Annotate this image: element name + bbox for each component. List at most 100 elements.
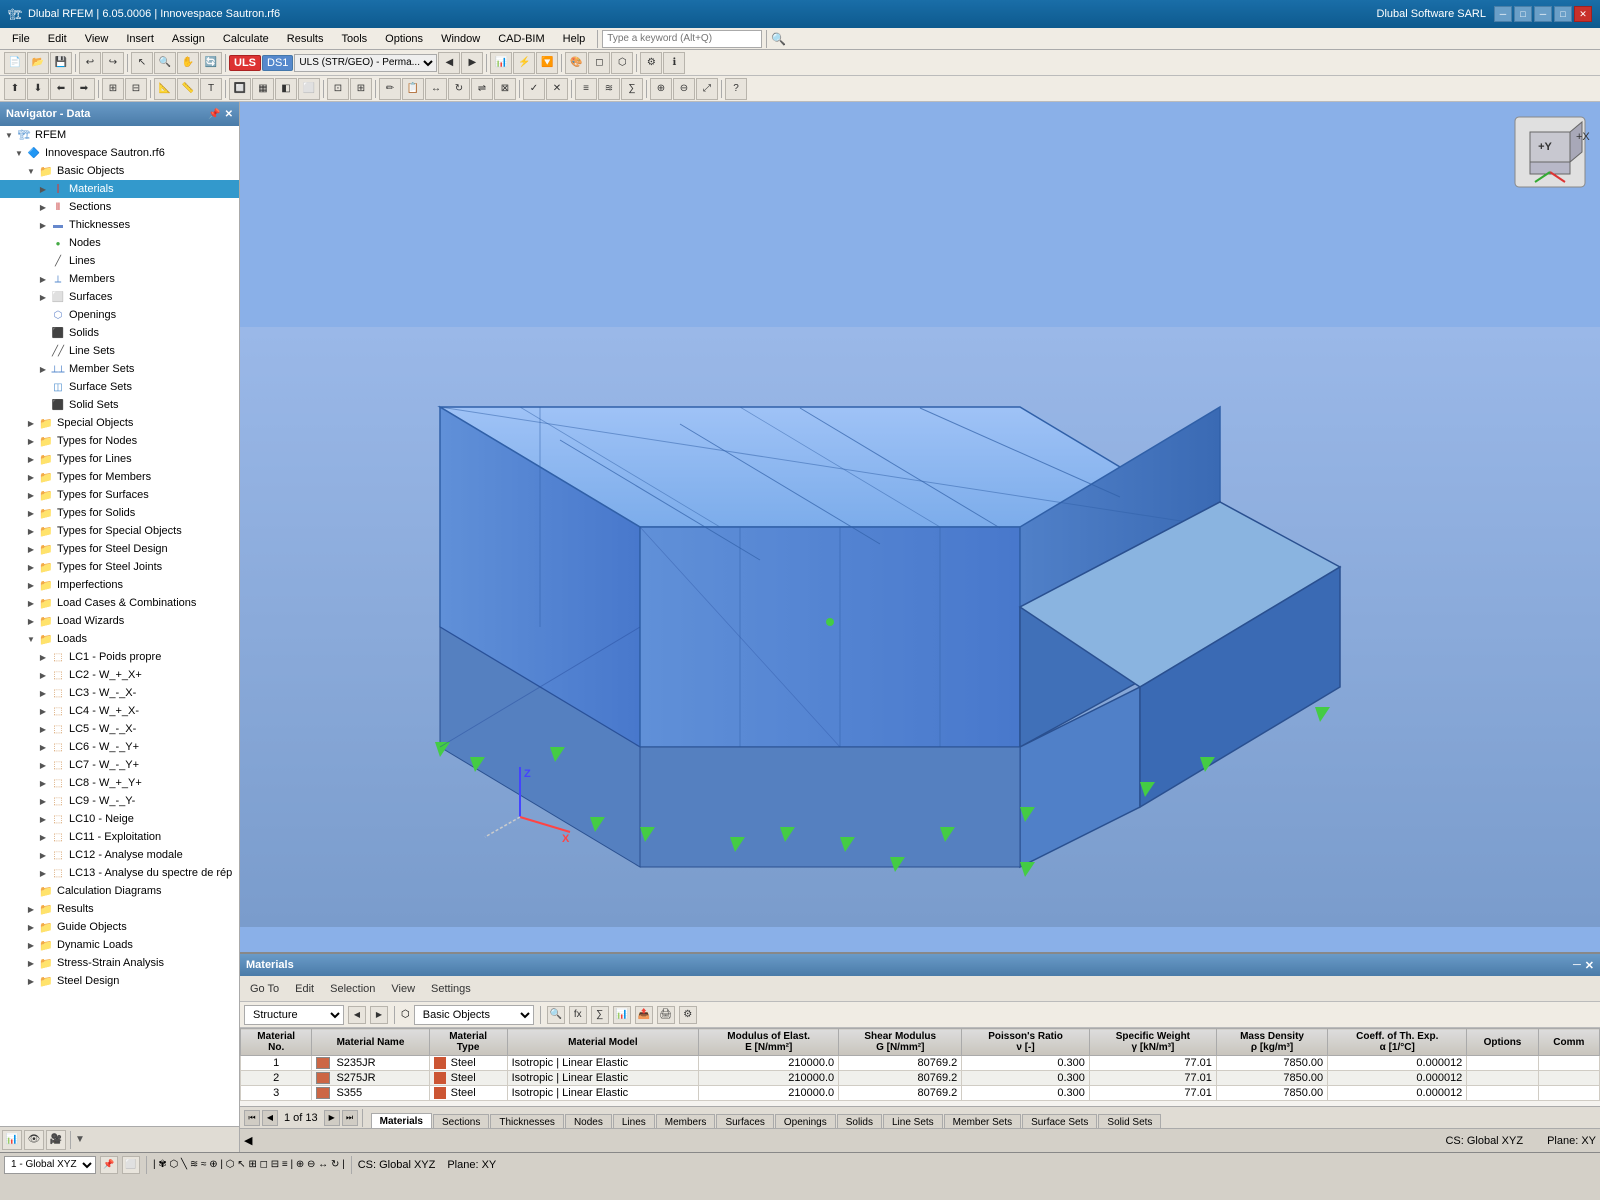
tree-loads[interactable]: ▼ 📁 Loads [0,630,239,648]
menu-cadbim[interactable]: CAD-BIM [490,31,552,47]
tree-solid-sets[interactable]: ⬛ Solid Sets [0,396,239,414]
tree-lc10[interactable]: ▶ ⬚ LC10 - Neige [0,810,239,828]
tree-guide-objects[interactable]: ▶ 📁 Guide Objects [0,918,239,936]
tree-rfem-root[interactable]: ▼ 🏗 RFEM [0,126,239,144]
render-btn[interactable]: 🎨 [565,52,587,74]
dt-export[interactable]: 📤 [635,1006,653,1024]
tree-lc11[interactable]: ▶ ⬚ LC11 - Exploitation [0,828,239,846]
tree-load-cases[interactable]: ▶ 📁 Load Cases & Combinations [0,594,239,612]
tb2-snap[interactable]: ⊟ [125,78,147,100]
goto-btn[interactable]: Go To [244,981,285,997]
tb2-move[interactable]: ↔ [425,78,447,100]
isometric-btn[interactable]: ⬡ [611,52,633,74]
tb2-measure[interactable]: 📐 [154,78,176,100]
tree-lc5[interactable]: ▶ ⬚ LC5 - W_-_X- [0,720,239,738]
filter-btn[interactable]: 🔽 [536,52,558,74]
table-row[interactable]: 2 S275JR Steel Isotropic | Linear Elasti… [241,1071,1600,1086]
tree-load-wizards[interactable]: ▶ 📁 Load Wizards [0,612,239,630]
menu-results[interactable]: Results [279,31,332,47]
new-button[interactable]: 📄 [4,52,26,74]
nav-video-btn[interactable]: 🎥 [46,1130,66,1150]
results-btn[interactable]: 📊 [490,52,512,74]
nav-data-btn[interactable]: 📊 [2,1130,22,1150]
deform-btn[interactable]: ⚡ [513,52,535,74]
dt-print[interactable]: 🖨 [657,1006,675,1024]
tb2-help[interactable]: ? [725,78,747,100]
tree-lc9[interactable]: ▶ ⬚ LC9 - W_-_Y- [0,792,239,810]
tb2-fit[interactable]: ⤢ [696,78,718,100]
tb2-modify[interactable]: ✏ [379,78,401,100]
structure-select[interactable]: Structure [244,1005,344,1025]
tree-types-members[interactable]: ▶ 📁 Types for Members [0,468,239,486]
tb2-x[interactable]: ✕ [546,78,568,100]
global-xyz-select[interactable]: 1 - Global XYZ [4,1156,96,1174]
nav-display-btn[interactable]: 👁 [24,1130,44,1150]
basic-objects-select[interactable]: Basic Objects [414,1005,534,1025]
tree-lc4[interactable]: ▶ ⬚ LC4 - W_+_X- [0,702,239,720]
tb2-btn4[interactable]: ➡ [73,78,95,100]
tb2-mirror[interactable]: ⇌ [471,78,493,100]
tb2-extra3[interactable]: ∑ [621,78,643,100]
tree-types-solids[interactable]: ▶ 📁 Types for Solids [0,504,239,522]
tb2-view3[interactable]: ◧ [275,78,297,100]
page-last[interactable]: ⏭ [342,1110,358,1126]
tree-types-nodes[interactable]: ▶ 📁 Types for Nodes [0,432,239,450]
table-row[interactable]: 3 S355 Steel Isotropic | Linear Elastic … [241,1086,1600,1101]
sub-restore-button[interactable]: ─ [1534,6,1552,22]
tb2-text[interactable]: T [200,78,222,100]
close-button[interactable]: ✕ [1574,6,1592,22]
dt-sum[interactable]: ∑ [591,1006,609,1024]
menu-options[interactable]: Options [377,31,431,47]
status-btn2[interactable]: ⬜ [122,1156,140,1174]
wire-btn[interactable]: ◻ [588,52,610,74]
tree-surfaces[interactable]: ▶ ⬜ Surfaces [0,288,239,306]
tree-basic-objects[interactable]: ▼ 📁 Basic Objects [0,162,239,180]
tree-types-lines[interactable]: ▶ 📁 Types for Lines [0,450,239,468]
cell-options[interactable] [1467,1086,1538,1101]
panel-close-btn[interactable]: ✕ [1585,959,1594,972]
settings-btn[interactable]: ⚙ [640,52,662,74]
tree-surface-sets[interactable]: ◫ Surface Sets [0,378,239,396]
menu-edit[interactable]: Edit [40,31,75,47]
tb2-extra2[interactable]: ≋ [598,78,620,100]
tb2-view2[interactable]: ▦ [252,78,274,100]
tree-thicknesses[interactable]: ▶ ▬ Thicknesses [0,216,239,234]
tree-lc7[interactable]: ▶ ⬚ LC7 - W_-_Y+ [0,756,239,774]
struct-prev[interactable]: ◀ [348,1006,366,1024]
select-button[interactable]: ↖ [131,52,153,74]
dt-filter[interactable]: 🔍 [547,1006,565,1024]
tb2-check[interactable]: ✓ [523,78,545,100]
panel-minimize-btn[interactable]: ─ [1573,959,1581,972]
search-input[interactable] [602,30,762,48]
tb2-btn1[interactable]: ⬆ [4,78,26,100]
save-button[interactable]: 💾 [50,52,72,74]
tree-nodes[interactable]: ● Nodes [0,234,239,252]
dt-chart[interactable]: 📊 [613,1006,631,1024]
nav-cube[interactable]: +Y +X [1510,112,1590,192]
dt-settings2[interactable]: ⚙ [679,1006,697,1024]
status-btn1[interactable]: 📌 [100,1156,118,1174]
tree-special-objects[interactable]: ▶ 📁 Special Objects [0,414,239,432]
tb2-scale[interactable]: ⊠ [494,78,516,100]
tb2-view4[interactable]: ⬜ [298,78,320,100]
tree-solids[interactable]: ⬛ Solids [0,324,239,342]
tb2-copy[interactable]: 📋 [402,78,424,100]
dt-fx[interactable]: fx [569,1006,587,1024]
tree-steel-design[interactable]: ▶ 📁 Steel Design [0,972,239,990]
tree-lc6[interactable]: ▶ ⬚ LC6 - W_-_Y+ [0,738,239,756]
tree-line-sets[interactable]: ╱╱ Line Sets [0,342,239,360]
tree-types-steel-joints[interactable]: ▶ 📁 Types for Steel Joints [0,558,239,576]
tree-lc3[interactable]: ▶ ⬚ LC3 - W_-_X- [0,684,239,702]
tb2-sel1[interactable]: ⊡ [327,78,349,100]
tree-lines[interactable]: ╱ Lines [0,252,239,270]
tree-types-special[interactable]: ▶ 📁 Types for Special Objects [0,522,239,540]
tree-member-sets[interactable]: ▶ ⟂⟂ Member Sets [0,360,239,378]
cell-comm[interactable] [1538,1071,1599,1086]
open-button[interactable]: 📂 [27,52,49,74]
cell-comm[interactable] [1538,1056,1599,1071]
tab-materials[interactable]: Materials [371,1113,432,1130]
tb2-btn2[interactable]: ⬇ [27,78,49,100]
tree-stress-strain[interactable]: ▶ 📁 Stress-Strain Analysis [0,954,239,972]
tree-project[interactable]: ▼ 🔷 Innovespace Sautron.rf6 [0,144,239,162]
nav-close-button[interactable]: ✕ [225,109,233,120]
